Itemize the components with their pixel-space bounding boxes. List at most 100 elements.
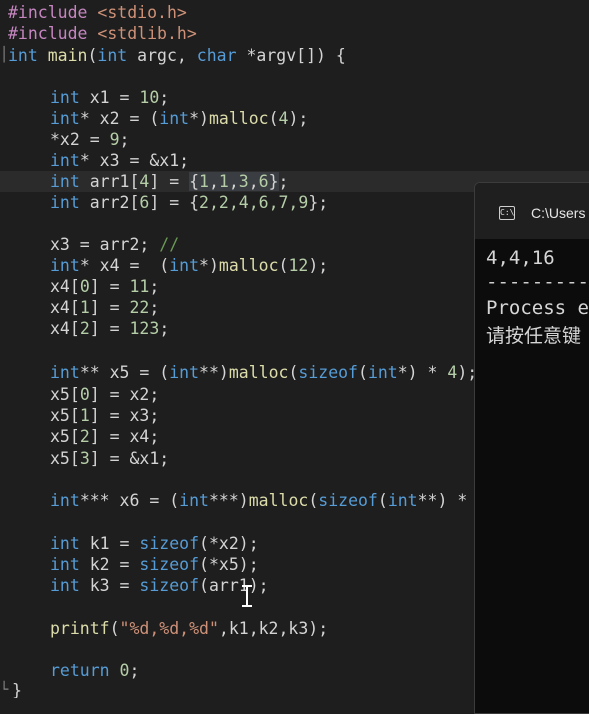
code-token: int (50, 256, 80, 275)
console-prompt-text: 请按任意键 (486, 325, 582, 347)
code-token: malloc (228, 363, 289, 382)
code-token: ( (358, 363, 368, 382)
code-token: , (248, 172, 259, 191)
code-token: ; (159, 88, 170, 107)
code-token: argc, (127, 46, 197, 65)
code-token: 0 (119, 661, 130, 680)
code-token: *) (189, 109, 209, 128)
code-token: ***) (208, 491, 249, 510)
code-token: 1 (199, 172, 209, 191)
code-token: } (268, 172, 279, 191)
code-token: arr1[ (79, 172, 140, 191)
code-token: int (169, 256, 200, 275)
code-token: int (169, 363, 200, 382)
code-token: #include (8, 3, 88, 22)
code-token: sizeof (298, 363, 358, 382)
text-cursor-icon (242, 585, 252, 607)
fold-marker-icon[interactable]: │ (0, 45, 8, 66)
code-token: int (97, 46, 128, 65)
code-token: 3 (238, 172, 249, 191)
code-token: int (50, 109, 80, 128)
code-token: 4 (278, 109, 289, 128)
code-line: #include <stdio.h> (0, 2, 589, 23)
code-token: (arr1); (199, 576, 269, 595)
fold-end-icon: └ (0, 682, 9, 698)
code-token: int (159, 109, 190, 128)
code-token: ; (278, 172, 289, 191)
code-line: │ int main(int argc, char *argv[]) { (0, 45, 589, 66)
code-token: 3 (79, 449, 90, 468)
code-token: int (50, 491, 80, 510)
code-token: , (208, 172, 219, 191)
code-token: k2 = (79, 555, 140, 574)
code-token: ] = x4; (89, 427, 160, 446)
code-token: sizeof (139, 555, 200, 574)
code-token: x1 = (79, 88, 140, 107)
code-token: <stdio.h> (87, 3, 187, 22)
code-token: ] = (89, 277, 130, 296)
code-token: ; (149, 298, 160, 317)
code-token: printf (50, 619, 110, 638)
code-token: sizeof (139, 576, 200, 595)
code-token: main (37, 46, 88, 65)
code-token: 4 (447, 363, 458, 382)
code-token: x4[ (50, 277, 80, 296)
code-token: 2 (79, 427, 90, 446)
code-token: malloc (248, 491, 309, 510)
code-token: ] = { (149, 193, 200, 212)
code-token: malloc (208, 109, 269, 128)
code-line: *x2 = 9; (0, 129, 589, 150)
code-token: x4[ (50, 298, 80, 317)
code-token: ] = x3; (89, 406, 160, 425)
code-token: *** x6 = ( (79, 491, 180, 510)
code-token: 22 (129, 298, 150, 317)
code-token: x5[ (50, 449, 80, 468)
code-token: "%d,%d,%d" (119, 619, 219, 638)
code-token: 11 (129, 277, 150, 296)
code-token: k3 = (79, 576, 140, 595)
code-line: int* x2 = (int*)malloc(4); (0, 108, 589, 129)
code-token: ] = &x1; (89, 449, 170, 468)
code-token: int (50, 193, 80, 212)
code-token: ( (308, 491, 319, 510)
code-token: char (196, 46, 237, 65)
code-token: ** x5 = ( (79, 363, 170, 382)
code-token: ( (109, 619, 120, 638)
console-process-text: Process e (486, 297, 589, 319)
code-token: 1 (218, 172, 229, 191)
code-token: ; (119, 130, 130, 149)
code-token: ( (377, 491, 388, 510)
code-token: ,k1,k2,k3); (218, 619, 329, 638)
code-token: int (179, 491, 209, 510)
console-title: C:\Users (531, 205, 586, 221)
code-token: sizeof (139, 534, 200, 553)
code-token: *x2 = (50, 130, 110, 149)
code-token: int (387, 491, 418, 510)
code-token: k1 = (79, 534, 140, 553)
code-token: **) (199, 363, 229, 382)
code-token: x4[ (50, 319, 80, 338)
code-token: int (50, 88, 80, 107)
terminal-icon: C:\ (499, 206, 515, 220)
code-token: 12 (288, 256, 309, 275)
code-token: 1 (79, 298, 90, 317)
code-token: ); (288, 109, 309, 128)
code-token: ] = x2; (89, 385, 160, 404)
code-token: , (228, 172, 239, 191)
code-token: ; (159, 319, 170, 338)
code-token: ( (268, 109, 279, 128)
console-titlebar[interactable]: C:\ C:\Users (475, 183, 589, 239)
code-token: ] = (89, 319, 130, 338)
code-token: { (189, 172, 200, 191)
code-token: int (50, 363, 80, 382)
code-token: 0 (79, 385, 90, 404)
code-token: *argv[]) { (236, 46, 346, 65)
code-line: int x1 = 10; (0, 87, 589, 108)
code-token: 123 (129, 319, 160, 338)
code-token: ); (308, 256, 329, 275)
text-selection: {1,1,3,6} (189, 172, 279, 191)
console-window[interactable]: C:\ C:\Users 4,4,16 ------------ Process… (474, 182, 589, 714)
code-token: } (12, 681, 22, 698)
code-token: #include (8, 24, 88, 43)
